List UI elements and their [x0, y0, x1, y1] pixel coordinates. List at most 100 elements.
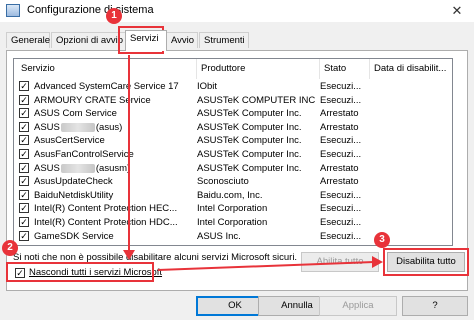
service-checkbox[interactable]: ✓	[19, 108, 29, 119]
table-row[interactable]: ✓ Intel(R) Content Protection HEC... Intel…	[14, 202, 452, 215]
service-name: AsusCertService	[34, 134, 192, 147]
service-checkbox[interactable]: ✓	[19, 162, 29, 173]
table-row[interactable]: ✓ Advanced SystemCare Service 17 IObit Esec…	[14, 80, 452, 93]
service-name: AsusFanControlService	[34, 148, 192, 161]
hide-microsoft-services-checkbox[interactable]: ✓	[15, 268, 25, 278]
service-checkbox[interactable]: ✓	[19, 135, 29, 146]
service-manufacturer: ASUSTeK Computer Inc.	[197, 135, 302, 147]
service-checkbox[interactable]: ✓	[19, 189, 29, 200]
service-name-text: ARMOURY CRATE Service	[34, 94, 151, 106]
service-status: Arrestato	[320, 176, 359, 188]
service-name: Intel(R) Content Protection HDC...	[34, 216, 192, 229]
table-row[interactable]: ✓ ASUS Com Service ASUSTeK Computer Inc. Ar…	[14, 107, 452, 120]
window-title: Configurazione di sistema	[27, 4, 154, 16]
service-checkbox[interactable]: ✓	[19, 230, 29, 241]
service-name-text: BaiduNetdiskUtility	[34, 189, 114, 201]
close-button[interactable]: ✕	[440, 0, 474, 22]
service-name: ARMOURY CRATE Service	[34, 94, 192, 107]
service-checkbox[interactable]: ✓	[19, 176, 29, 187]
service-name-suffix: (asus)	[95, 121, 123, 133]
service-manufacturer: Intel Corporation	[197, 203, 268, 215]
table-row[interactable]: ✓ ASUS (asusm) ASUSTeK Computer Inc. Arresta…	[14, 162, 452, 175]
service-name: ASUS (asus)	[34, 121, 192, 134]
service-manufacturer: Intel Corporation	[197, 217, 268, 228]
annotation-marker-1: 1	[106, 8, 122, 24]
service-status: Esecuzi...	[320, 230, 362, 242]
service-status: Esecuzi...	[320, 149, 362, 160]
service-name: BaiduNetdiskUtility	[34, 189, 192, 202]
service-name: GameSDK Service	[34, 230, 192, 243]
service-status: Arrestato	[320, 108, 359, 120]
service-checkbox[interactable]: ✓	[19, 217, 29, 227]
tab-servizi[interactable]: Servizi	[125, 30, 167, 51]
table-row[interactable]: ✓ ASUS (asus) ASUSTeK Computer Inc. Arrestat…	[14, 121, 452, 134]
disable-all-button[interactable]: Disabilita tutto	[387, 252, 465, 272]
redacted-blur	[60, 122, 95, 132]
column-header-status[interactable]: Stato	[320, 59, 370, 79]
service-name-text: GameSDK Service	[34, 230, 114, 242]
tab-generale[interactable]: Generale	[6, 32, 50, 48]
service-checkbox[interactable]: ✓	[19, 203, 29, 214]
hide-microsoft-services-label[interactable]: Nascondi tutti i servizi Microsoft	[29, 266, 162, 280]
service-name: Intel(R) Content Protection HEC...	[34, 202, 192, 215]
tab-avvio[interactable]: Avvio	[166, 32, 198, 48]
redacted-blur	[60, 163, 95, 173]
service-manufacturer: Sconosciuto	[197, 176, 249, 188]
service-name-text: AsusUpdateCheck	[34, 176, 113, 188]
service-manufacturer: ASUSTeK Computer Inc.	[197, 108, 302, 120]
service-name-text: Intel(R) Content Protection HDC...	[34, 217, 178, 228]
service-name: ASUS Com Service	[34, 107, 192, 120]
service-name-text: AsusCertService	[34, 135, 105, 147]
service-manufacturer: ASUSTeK Computer Inc.	[197, 162, 302, 174]
service-status: Esecuzi...	[320, 189, 362, 201]
service-status: Esecuzi...	[320, 135, 362, 147]
service-status: Esecuzi...	[320, 217, 362, 228]
service-name: AsusUpdateCheck	[34, 175, 192, 188]
column-header-service[interactable]: Servizio	[14, 59, 197, 79]
table-row[interactable]: ✓ AsusUpdateCheck Sconosciuto Arrestato	[14, 175, 452, 188]
annotation-marker-3: 3	[374, 232, 390, 248]
services-list[interactable]: Servizio Produttore Stato Data di disabi…	[13, 58, 453, 246]
title-bar: Configurazione di sistema ✕	[0, 0, 474, 22]
service-manufacturer: IObit	[197, 81, 218, 92]
column-header-manufacturer[interactable]: Produttore	[197, 59, 320, 79]
service-checkbox[interactable]: ✓	[19, 94, 29, 105]
service-name-text: AsusFanControlService	[34, 149, 134, 160]
service-name-text: Advanced SystemCare Service 17	[34, 81, 179, 92]
service-status: Arrestato	[320, 162, 359, 174]
service-name: Advanced SystemCare Service 17	[34, 80, 192, 93]
table-row[interactable]: ✓ AsusCertService ASUSTeK Computer Inc. Ese…	[14, 134, 452, 147]
service-manufacturer: ASUSTeK Computer Inc.	[197, 121, 302, 133]
service-status: Arrestato	[320, 121, 359, 133]
microsoft-services-note: Si noti che non è possibile disabilitare…	[13, 252, 298, 263]
help-button[interactable]: ?	[402, 296, 468, 316]
tab-opzioni-di-avvio[interactable]: Opzioni di avvio	[51, 32, 126, 48]
apply-button[interactable]: Applica	[319, 296, 397, 316]
annotation-marker-2: 2	[2, 240, 18, 256]
service-manufacturer: ASUSTeK Computer Inc.	[197, 149, 302, 160]
service-name-text: ASUS Com Service	[34, 108, 117, 120]
service-status: Esecuzi...	[320, 203, 362, 215]
service-name-text: ASUS	[34, 121, 60, 133]
msconfig-app-icon	[6, 4, 20, 17]
service-name-text: ASUS	[34, 162, 60, 174]
table-row[interactable]: ✓ ARMOURY CRATE Service ASUSTeK COMPUTER I…	[14, 94, 452, 107]
service-name-suffix: (asusm)	[95, 162, 131, 174]
tab-strumenti[interactable]: Strumenti	[199, 32, 249, 48]
enable-all-button[interactable]: Abilita tutto	[301, 252, 379, 272]
service-manufacturer: ASUS Inc.	[197, 230, 241, 242]
service-manufacturer: Baidu.com, Inc.	[197, 189, 263, 201]
list-header: Servizio Produttore Stato Data di disabi…	[14, 59, 452, 79]
service-name: ASUS (asusm)	[34, 162, 192, 175]
service-checkbox[interactable]: ✓	[19, 121, 29, 132]
table-row[interactable]: ✓ Intel(R) Content Protection HDC... Intel…	[14, 216, 452, 229]
service-checkbox[interactable]: ✓	[19, 149, 29, 159]
service-checkbox[interactable]: ✓	[19, 81, 29, 91]
table-row[interactable]: ✓ AsusFanControlService ASUSTeK Computer I…	[14, 148, 452, 161]
service-manufacturer: ASUSTeK COMPUTER INC.	[197, 94, 315, 106]
service-status: Esecuzi...	[320, 81, 362, 92]
service-status: Esecuzi...	[320, 94, 362, 106]
service-name-text: Intel(R) Content Protection HEC...	[34, 203, 178, 215]
table-row[interactable]: ✓ BaiduNetdiskUtility Baidu.com, Inc. Esecu…	[14, 189, 452, 202]
column-header-disabled-date[interactable]: Data di disabilit...	[370, 59, 452, 79]
